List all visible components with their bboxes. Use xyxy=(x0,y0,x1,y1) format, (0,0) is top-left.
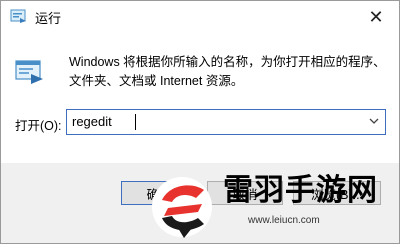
chevron-down-icon[interactable] xyxy=(369,116,379,126)
watermark-name: 雷羽手游网 xyxy=(223,174,378,207)
window-title: 运行 xyxy=(35,11,62,26)
title-bar[interactable]: 运行 ✕ xyxy=(1,1,399,33)
open-label: 打开(O): xyxy=(15,119,62,133)
text-caret xyxy=(135,114,136,130)
close-icon: ✕ xyxy=(368,6,384,27)
open-input[interactable]: regedit xyxy=(72,114,112,129)
description-text: Windows 将根据你所输入的名称，为你打开相应的程序、文件夹、文档或 Int… xyxy=(69,55,386,88)
watermark-url: www.leiucn.com xyxy=(248,215,320,226)
leiyu-logo-icon xyxy=(152,177,212,238)
open-combobox[interactable]: regedit xyxy=(66,109,386,135)
run-program-icon xyxy=(15,60,43,84)
close-button[interactable]: ✕ xyxy=(353,1,399,33)
run-app-icon xyxy=(10,9,26,23)
watermark: 雷羽手游网 www.leiucn.com xyxy=(148,168,400,244)
